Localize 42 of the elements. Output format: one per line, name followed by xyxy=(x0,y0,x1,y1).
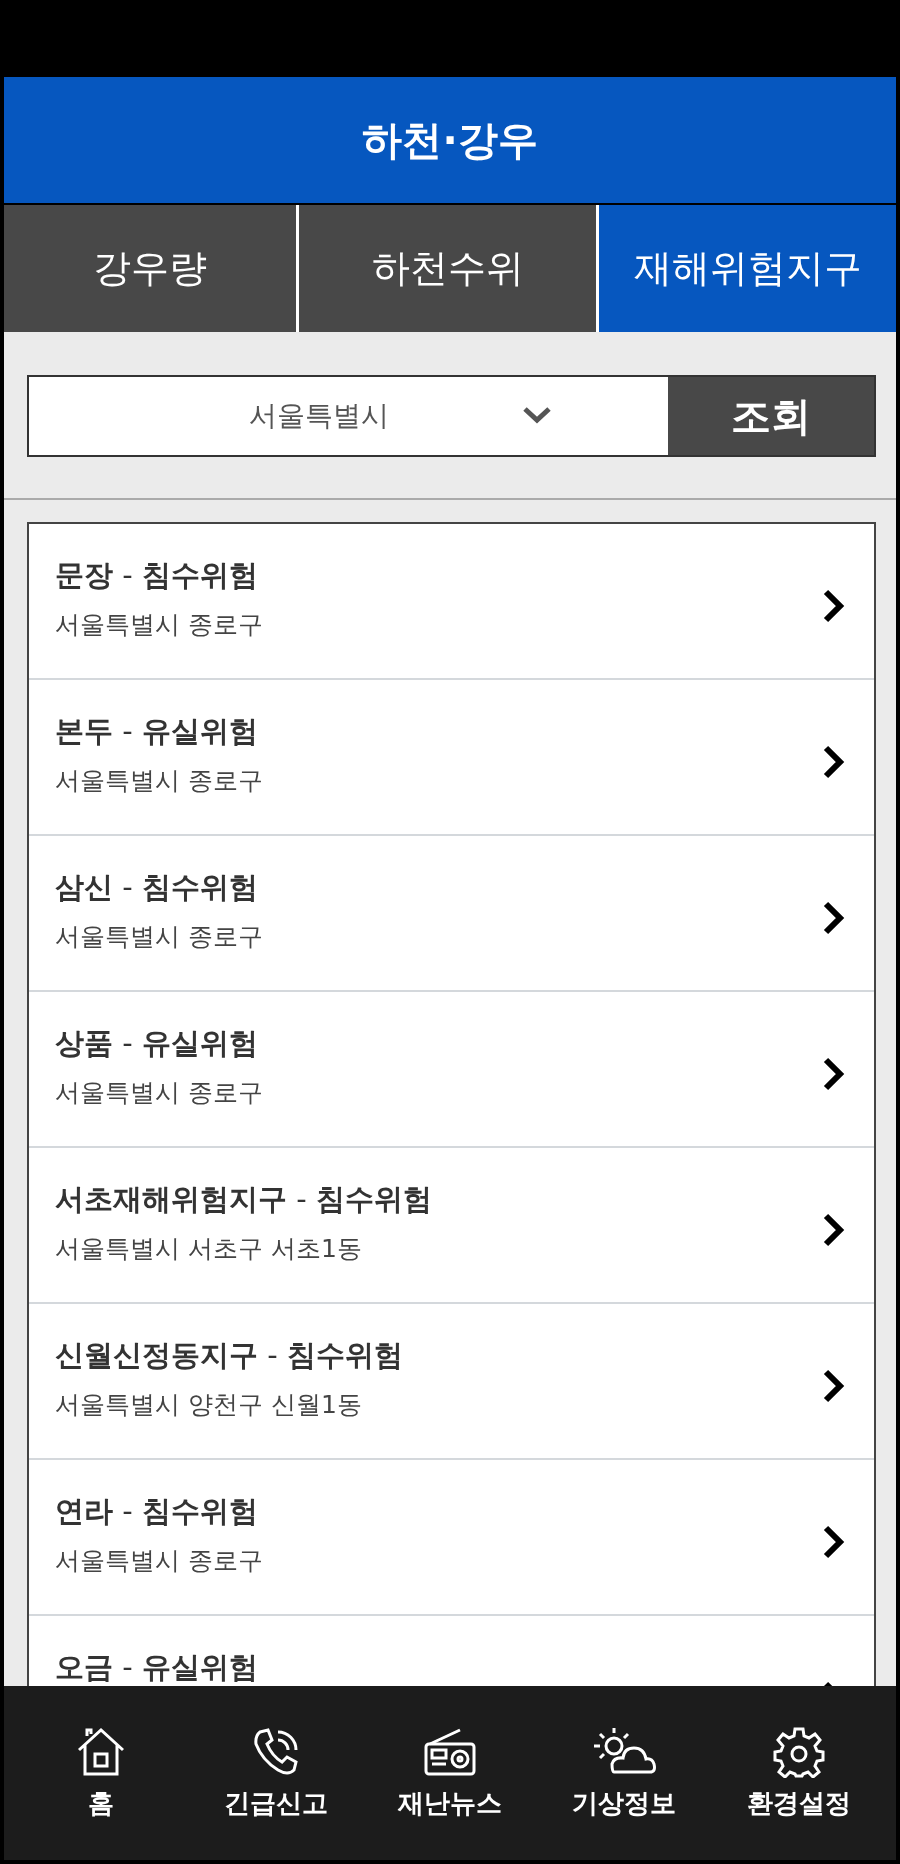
nav-button[interactable]: 재난뉴스 xyxy=(374,1725,525,1821)
region-dropdown[interactable]: 서울특별시 xyxy=(29,377,668,455)
district-title: 오금 - 유실위험 xyxy=(55,1649,259,1686)
nav-button[interactable]: 긴급신고 xyxy=(200,1725,351,1821)
district-address: 서울특별시 종로구 xyxy=(55,609,264,641)
nav-button[interactable]: 기상정보 xyxy=(549,1725,700,1821)
nav-button[interactable]: 환경설정 xyxy=(723,1725,874,1821)
district-title: 문장 - 침수위험 xyxy=(55,557,259,594)
chevron-right-icon xyxy=(822,588,846,624)
district-item[interactable]: 삼신 - 침수위험 서울특별시 종로구 xyxy=(29,836,874,992)
district-address: 서울특별시 종로구 xyxy=(55,1077,264,1109)
tab[interactable]: 하천수위 xyxy=(299,205,596,332)
tab[interactable]: 재해위험지구 xyxy=(599,205,896,332)
district-title: 서초재해위험지구 - 침수위험 xyxy=(55,1181,433,1218)
chevron-right-icon xyxy=(822,900,846,936)
screen-title: 하천·강우 xyxy=(362,115,538,165)
district-address: 서울특별시 서초구 서초1동 xyxy=(55,1233,363,1265)
search-button[interactable]: 조회 xyxy=(668,377,874,455)
district-item[interactable]: 연라 - 침수위험 서울특별시 종로구 xyxy=(29,1460,874,1616)
district-title: 본두 - 유실위험 xyxy=(55,713,259,750)
district-item[interactable]: 본두 - 유실위험 서울특별시 종로구 xyxy=(29,680,874,836)
district-item[interactable]: 문장 - 침수위험 서울특별시 종로구 xyxy=(29,524,874,680)
district-title: 상품 - 유실위험 xyxy=(55,1025,259,1062)
chevron-right-icon xyxy=(822,1056,846,1092)
district-title: 신월신정동지구 - 침수위험 xyxy=(55,1337,404,1374)
tab[interactable]: 강우량 xyxy=(4,205,296,332)
settings-icon xyxy=(772,1725,825,1778)
chevron-right-icon xyxy=(822,1524,846,1560)
district-item[interactable]: 상품 - 유실위험 서울특별시 종로구 xyxy=(29,992,874,1148)
chevron-right-icon xyxy=(822,1212,846,1248)
district-item[interactable]: 신월신정동지구 - 침수위험 서울특별시 양천구 신월1동 xyxy=(29,1304,874,1460)
chevron-down-icon xyxy=(522,405,552,425)
district-address: 서울특별시 종로구 xyxy=(55,1545,264,1577)
district-title: 삼신 - 침수위험 xyxy=(55,869,259,906)
district-address: 서울특별시 양천구 신월1동 xyxy=(55,1389,363,1421)
chevron-right-icon xyxy=(822,1368,846,1404)
district-title: 연라 - 침수위험 xyxy=(55,1493,259,1530)
district-address: 서울특별시 종로구 xyxy=(55,765,264,797)
district-item[interactable]: 서초재해위험지구 - 침수위험 서울특별시 서초구 서초1동 xyxy=(29,1148,874,1304)
chevron-right-icon xyxy=(822,744,846,780)
district-address: 서울특별시 종로구 xyxy=(55,921,264,953)
nav-button[interactable]: 홈 xyxy=(26,1725,177,1821)
